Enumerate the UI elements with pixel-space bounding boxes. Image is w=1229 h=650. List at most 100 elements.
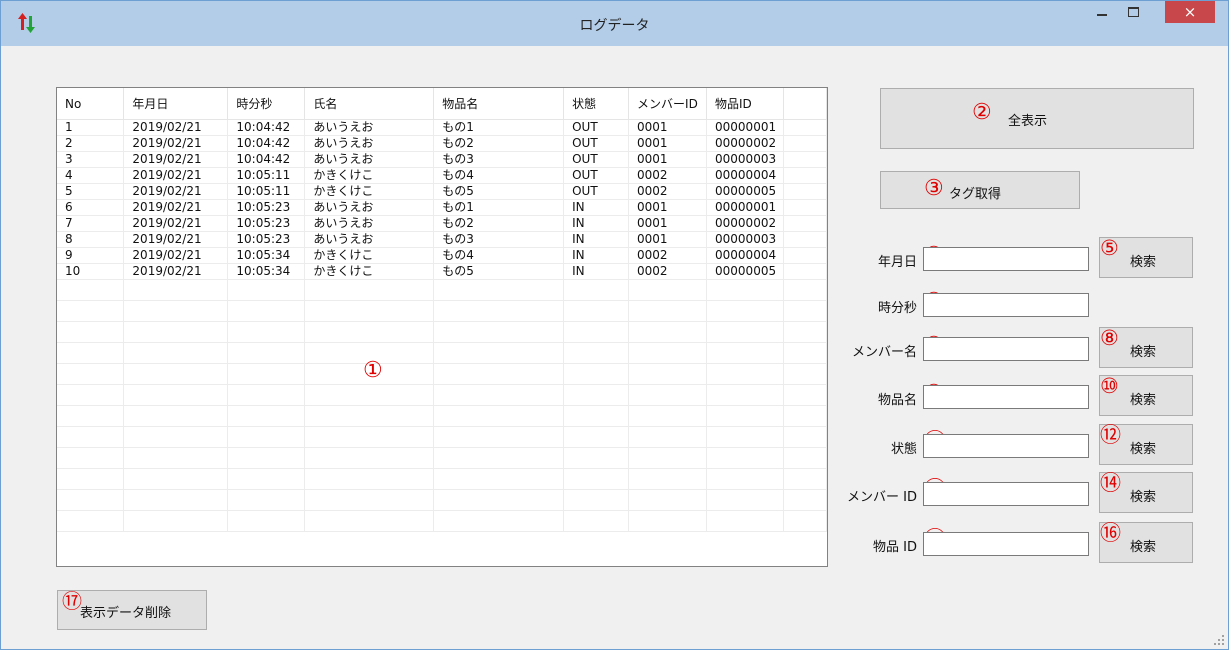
empty-table-row <box>57 426 827 448</box>
table-cell: 0001 <box>628 231 708 248</box>
empty-table-row <box>57 342 827 364</box>
close-button[interactable]: × <box>1165 1 1215 23</box>
empty-cell <box>628 279 708 301</box>
table-cell: あいうえお <box>304 215 435 232</box>
column-header[interactable]: 年月日 <box>123 88 229 120</box>
empty-cell <box>783 510 827 532</box>
empty-cell <box>227 300 306 322</box>
search-button[interactable]: ⑤ 検索 <box>1099 237 1193 278</box>
column-header[interactable]: メンバーID <box>628 88 708 120</box>
table-cell: もの5 <box>433 263 565 280</box>
column-header[interactable]: 物品名 <box>433 88 565 120</box>
table-cell: 0002 <box>628 247 708 264</box>
table-cell: 2019/02/21 <box>123 167 229 184</box>
empty-cell <box>304 447 435 469</box>
empty-cell <box>706 405 784 427</box>
search-input[interactable] <box>923 337 1089 361</box>
column-header[interactable]: 物品ID <box>706 88 784 120</box>
empty-table-row <box>57 405 827 427</box>
empty-cell <box>227 363 306 385</box>
empty-cell <box>123 321 229 343</box>
empty-cell <box>706 489 784 511</box>
show-all-button[interactable]: ② 全表示 <box>880 88 1194 149</box>
show-all-label: 全表示 <box>1008 114 1048 129</box>
window-title: ログデータ <box>579 18 650 34</box>
empty-cell <box>706 321 784 343</box>
table-cell: 2019/02/21 <box>123 199 229 216</box>
search-input[interactable] <box>923 247 1089 271</box>
empty-cell <box>706 447 784 469</box>
search-button-annotation: ⑤ <box>1100 236 1119 260</box>
table-cell: かきくけこ <box>304 167 435 184</box>
empty-cell <box>304 300 435 322</box>
table-cell: 10:04:42 <box>227 119 306 136</box>
search-button[interactable]: ⑩ 検索 <box>1099 375 1193 416</box>
column-header[interactable]: 状態 <box>563 88 630 120</box>
table-cell: 00000004 <box>706 247 784 264</box>
table-cell: 1 <box>57 119 125 136</box>
search-input[interactable] <box>923 482 1089 506</box>
title-bar[interactable]: ログデータ × <box>1 1 1228 46</box>
delete-display-data-button[interactable]: ⑰ 表示データ削除 <box>57 590 207 630</box>
minimize-button[interactable] <box>1086 1 1118 23</box>
table-cell: 10:05:34 <box>227 263 306 280</box>
search-button[interactable]: ⑭ 検索 <box>1099 472 1193 513</box>
table-cell: 8 <box>57 231 125 248</box>
table-cell: かきくけこ <box>304 263 435 280</box>
column-header[interactable]: 時分秒 <box>227 88 306 120</box>
log-data-grid[interactable]: No 年月日 時分秒 氏名 物品名 状態 メンバーID 物品ID 1 2019/02/21 10:… <box>56 87 828 567</box>
table-row[interactable]: 3 2019/02/21 10:04:42 あいうえお もの3 OUT 0001 000000… <box>57 151 827 168</box>
table-row[interactable]: 2 2019/02/21 10:04:42 あいうえお もの2 OUT 0001 000000… <box>57 135 827 152</box>
table-row[interactable]: 9 2019/02/21 10:05:34 かきくけこ もの4 IN 0002 0000000… <box>57 247 827 264</box>
table-cell: OUT <box>563 135 630 152</box>
empty-cell <box>433 300 565 322</box>
search-field-label: メンバー名 <box>851 345 917 360</box>
table-row[interactable]: 7 2019/02/21 10:05:23 あいうえお もの2 IN 0001 0000000… <box>57 215 827 232</box>
empty-cell <box>563 510 630 532</box>
get-tags-button[interactable]: ③ タグ取得 <box>880 171 1080 209</box>
empty-cell <box>628 300 708 322</box>
column-header[interactable]: 氏名 <box>304 88 435 120</box>
minimize-icon <box>1097 14 1107 16</box>
empty-cell <box>227 279 306 301</box>
search-input[interactable] <box>923 293 1089 317</box>
search-button[interactable]: ⑯ 検索 <box>1099 522 1193 563</box>
resize-grip-icon[interactable] <box>1214 635 1224 645</box>
table-row[interactable]: 10 2019/02/21 10:05:34 かきくけこ もの5 IN 0002 000000… <box>57 263 827 280</box>
empty-cell <box>706 342 784 364</box>
search-input[interactable] <box>923 532 1089 556</box>
search-input[interactable] <box>923 385 1089 409</box>
table-cell: 10:05:11 <box>227 183 306 200</box>
table-row[interactable]: 8 2019/02/21 10:05:23 あいうえお もの3 IN 0001 0000000… <box>57 231 827 248</box>
search-field-label: メンバー ID <box>847 490 917 505</box>
column-header[interactable]: No <box>57 88 125 120</box>
table-row[interactable]: 4 2019/02/21 10:05:11 かきくけこ もの4 OUT 0002 000000… <box>57 167 827 184</box>
empty-cell <box>227 426 306 448</box>
empty-cell <box>123 279 229 301</box>
empty-cell <box>628 489 708 511</box>
search-input[interactable] <box>923 434 1089 458</box>
search-button[interactable]: ⑧ 検索 <box>1099 327 1193 368</box>
table-cell-filler <box>783 215 827 232</box>
table-cell: もの3 <box>433 231 565 248</box>
table-row[interactable]: 5 2019/02/21 10:05:11 かきくけこ もの5 OUT 0002 000000… <box>57 183 827 200</box>
empty-cell <box>57 426 125 448</box>
table-row[interactable]: 1 2019/02/21 10:04:42 あいうえお もの1 OUT 0001 000000… <box>57 119 827 136</box>
empty-cell <box>123 384 229 406</box>
table-cell: 2 <box>57 135 125 152</box>
table-cell: 00000002 <box>706 135 784 152</box>
table-cell: もの4 <box>433 167 565 184</box>
empty-cell <box>57 384 125 406</box>
search-button-annotation: ⑯ <box>1100 521 1121 545</box>
table-row[interactable]: 6 2019/02/21 10:05:23 あいうえお もの1 IN 0001 0000000… <box>57 199 827 216</box>
table-cell: IN <box>563 231 630 248</box>
empty-table-row <box>57 300 827 322</box>
search-button-label: 検索 <box>1130 540 1157 555</box>
search-button[interactable]: ⑫ 検索 <box>1099 424 1193 465</box>
empty-table-row <box>57 510 827 532</box>
empty-cell <box>227 489 306 511</box>
table-cell: 0001 <box>628 215 708 232</box>
empty-cell <box>304 468 435 490</box>
empty-cell <box>563 384 630 406</box>
maximize-button[interactable] <box>1117 1 1149 23</box>
